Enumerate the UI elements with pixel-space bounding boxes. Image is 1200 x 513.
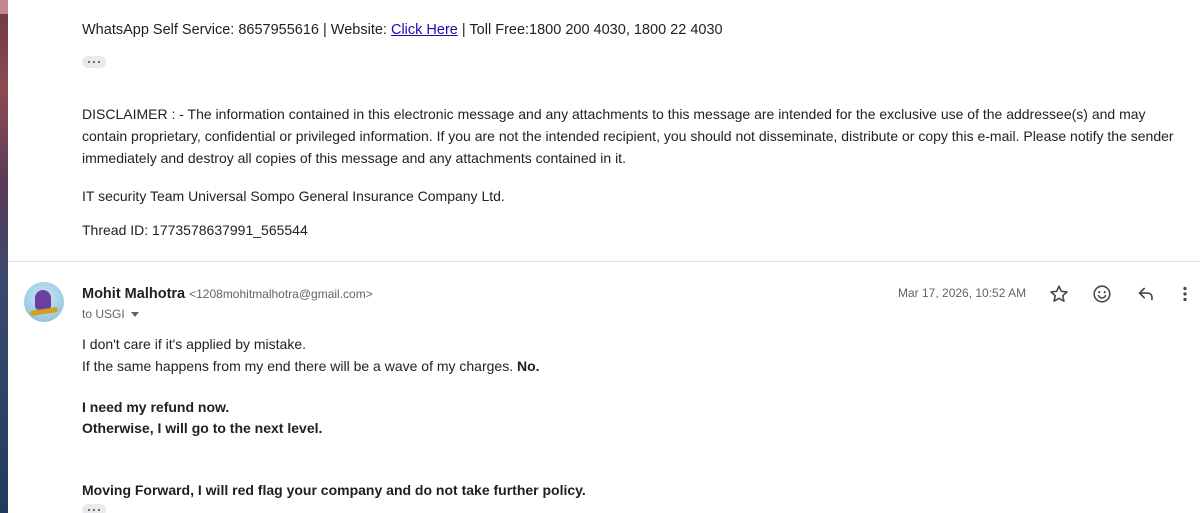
body-line-4: Otherwise, I will go to the next level. [82, 420, 323, 436]
signature-prefix: WhatsApp Self Service: 8657955616 | Webs… [82, 22, 391, 38]
to-label: to USGI [82, 307, 125, 321]
recipient-details-toggle[interactable]: to USGI [82, 307, 139, 321]
reply-icon [1138, 287, 1153, 301]
more-options-button[interactable] [1178, 283, 1192, 305]
sender-header: Mohit Malhotra <1208mohitmalhotra@gmail.c… [82, 285, 373, 303]
show-trimmed-content-button[interactable] [82, 56, 106, 68]
chevron-down-icon [130, 312, 139, 318]
add-reaction-button[interactable] [1091, 283, 1113, 305]
sender-name[interactable]: Mohit Malhotra [82, 286, 185, 302]
body-line-2: If the same happens from my end there wi… [82, 358, 540, 374]
thread-id-text: Thread ID: 1773578637991_565544 [82, 222, 308, 238]
more-horiz-icon [88, 61, 90, 63]
body-line-2-text: If the same happens from my end there wi… [82, 358, 517, 374]
avatar[interactable] [24, 282, 64, 322]
signature-line: WhatsApp Self Service: 8657955616 | Webs… [82, 22, 723, 38]
signature-suffix: | Toll Free:1800 200 4030, 1800 22 4030 [457, 22, 723, 38]
security-team-text: IT security Team Universal Sompo General… [82, 188, 505, 204]
reply-button[interactable] [1135, 283, 1157, 305]
avatar-board [29, 307, 59, 316]
more-vert-icon [1183, 286, 1187, 302]
body-line-1: I don't care if it's applied by mistake. [82, 336, 307, 352]
avatar-figure [35, 290, 51, 310]
emoji-icon [1093, 285, 1111, 303]
website-link[interactable]: Click Here [391, 22, 458, 38]
body-line-3: I need my refund now. [82, 399, 230, 415]
body-line-2-bold: No. [516, 358, 540, 374]
message-date: Mar 17, 2026, 10:52 AM [898, 286, 1027, 300]
show-trimmed-content-button-2[interactable] [82, 504, 106, 513]
email-thread-panel: WhatsApp Self Service: 8657955616 | Webs… [8, 0, 1200, 513]
sender-email: <1208mohitmalhotra@gmail.com> [189, 287, 373, 301]
star-icon [1050, 285, 1068, 302]
more-horiz-icon [88, 509, 90, 511]
message-divider [8, 261, 1200, 262]
star-button[interactable] [1048, 283, 1070, 305]
body-line-5: Moving Forward, I will red flag your com… [82, 482, 586, 498]
disclaimer-text: DISCLAIMER : - The information contained… [82, 106, 1174, 166]
